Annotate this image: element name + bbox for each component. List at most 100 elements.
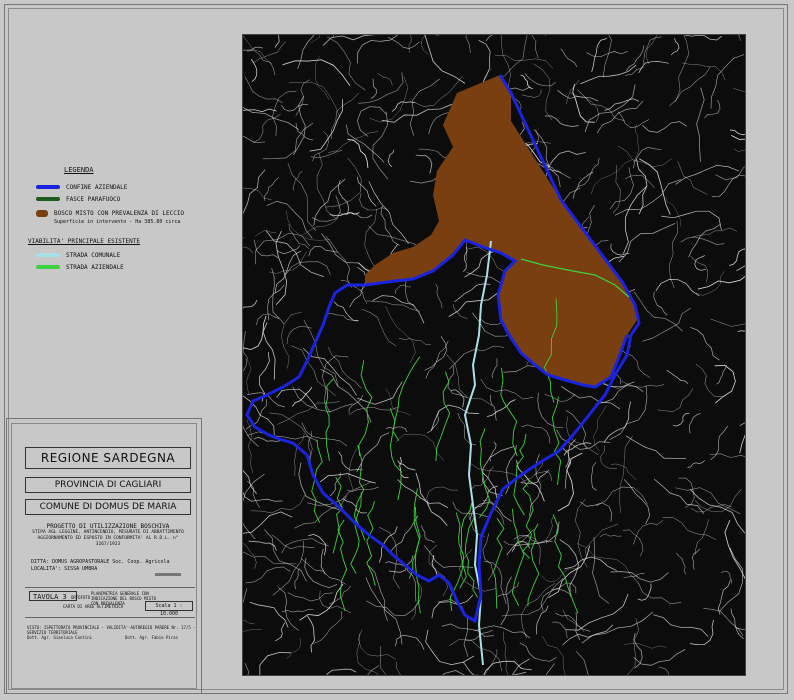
contour-line [657, 388, 694, 412]
contour-line [680, 236, 725, 245]
contour-line [739, 434, 745, 454]
contour-line [592, 537, 610, 604]
contour-line [286, 326, 312, 345]
contour-line [541, 567, 578, 583]
contour-line [409, 78, 440, 136]
legend-sublabel: Superficie in intervento - Ha 385.80 cir… [54, 219, 181, 225]
contour-line [690, 326, 720, 361]
contour-line [623, 186, 647, 254]
contour-line [366, 599, 420, 616]
contour-line [243, 46, 263, 51]
localita-line: LOCALITA': SISSA UMBRA [31, 566, 98, 572]
contour-line [551, 582, 577, 594]
contour-line [385, 388, 411, 416]
legend-swatch-aziendale [36, 265, 60, 269]
province-title: PROVINCIA DI CAGLIARI [25, 477, 191, 493]
contour-line [287, 163, 317, 231]
contour-line [482, 533, 494, 581]
map-frame [242, 34, 746, 676]
contour-line [349, 267, 367, 308]
contour-line [281, 311, 303, 369]
contour-line [377, 73, 393, 86]
contour-line [368, 181, 409, 244]
contour-line [545, 150, 586, 177]
region-title: REGIONE SARDEGNA [25, 447, 191, 469]
contour-line [327, 36, 366, 91]
contour-line [623, 643, 667, 649]
contour-line [312, 131, 329, 162]
contour-line [516, 460, 545, 502]
contour-line [720, 570, 733, 584]
ditta-block: DITTA: DOMUS AGROPASTORALE Soc. Coop. Ag… [31, 559, 169, 573]
contour-line [396, 661, 402, 675]
legend-title: LEGENDA [64, 166, 94, 174]
contour-line [524, 73, 556, 87]
contour-line [542, 636, 566, 675]
contour-line [633, 520, 664, 545]
contour-line [560, 386, 621, 410]
strada-aziendale [366, 501, 376, 586]
contour-line [694, 519, 709, 555]
contour-line [327, 346, 362, 389]
contour-line [638, 158, 671, 215]
grey-bar [155, 573, 181, 576]
contour-line [398, 338, 431, 345]
legend-swatch-forest [36, 210, 48, 217]
contour-line [252, 41, 286, 64]
contour-line [331, 92, 360, 140]
contour-line [609, 167, 634, 210]
contour-line [625, 435, 687, 459]
contour-line [675, 165, 740, 185]
contour-line [703, 608, 744, 636]
contour-line [665, 196, 682, 227]
contour-line [381, 103, 453, 123]
contour-line [332, 35, 334, 37]
contour-line [449, 638, 502, 672]
contour-line [622, 529, 644, 557]
contour-line [564, 439, 576, 489]
contour-line [653, 614, 709, 637]
contour-line [500, 576, 512, 626]
contour-line [248, 540, 277, 551]
contour-line [710, 54, 745, 109]
contour-line [452, 304, 468, 319]
strada-aziendale [392, 356, 421, 441]
contour-line [304, 558, 338, 589]
contour-line [372, 295, 425, 324]
divider [25, 587, 195, 588]
contour-line [362, 309, 397, 347]
contour-line [391, 101, 416, 112]
contour-line [533, 63, 553, 121]
legend-swatch-firebreak [36, 197, 60, 201]
contour-line [696, 271, 725, 296]
contour-line [388, 149, 395, 168]
contour-line [546, 516, 554, 544]
contour-line [243, 511, 293, 534]
contour-line [287, 592, 333, 602]
contour-line [694, 255, 706, 271]
contour-line [465, 35, 471, 53]
legend-label: STRADA AZIENDALE [66, 264, 124, 271]
contour-line [428, 544, 449, 597]
contour-line [435, 283, 443, 309]
contour-line [243, 299, 258, 309]
topographic-map [243, 35, 745, 675]
contour-line [288, 82, 341, 118]
contour-line [243, 108, 277, 112]
legend-item-aziendale: STRADA AZIENDALE [36, 264, 124, 271]
contour-line [717, 579, 731, 615]
contour-line [595, 385, 644, 405]
strada-aziendale [500, 367, 518, 457]
scale-box: Scala 1 : 10.000 [145, 601, 193, 617]
drawing-description-2: CARTA DI AREE ALTIMETRICA [63, 604, 124, 609]
contour-line [320, 473, 376, 484]
contour-line [243, 542, 257, 569]
contour-line [689, 489, 745, 534]
contour-line [431, 555, 438, 578]
contour-line [286, 638, 301, 659]
contour-line [614, 179, 681, 216]
contour-line [484, 649, 498, 675]
contour-line [326, 668, 357, 675]
contour-line [243, 469, 257, 495]
contour-line [243, 246, 254, 254]
